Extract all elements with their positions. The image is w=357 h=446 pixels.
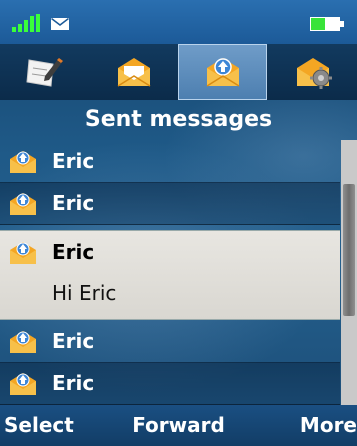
sent-message-icon [10, 242, 36, 264]
message-settings-icon [296, 58, 332, 89]
tab-sent[interactable] [178, 44, 267, 100]
softkey-bar: Forward Select More [0, 405, 357, 446]
contact-name: Eric [52, 329, 95, 353]
sent-message-icon [10, 151, 36, 173]
sent-messages-icon [206, 58, 239, 87]
sent-message-icon [10, 331, 36, 353]
list-item[interactable]: Eric [0, 140, 340, 183]
select-softkey[interactable]: Select [4, 405, 74, 446]
tab-inbox[interactable] [89, 44, 178, 100]
contact-name: Eric [52, 371, 95, 395]
signal-bars-icon [12, 14, 40, 32]
envelope-icon [51, 18, 69, 30]
more-softkey[interactable]: More [300, 405, 357, 446]
sent-message-icon [10, 193, 36, 215]
list-item-selected[interactable]: Eric Hi Eric [0, 230, 340, 320]
battery-icon [310, 17, 344, 31]
contact-name: Eric [52, 240, 95, 264]
phone-screen: Sent messages Eric Eric Eric Hi Eric Eri… [0, 0, 357, 446]
compose-message-icon [25, 58, 63, 87]
page-title: Sent messages [84, 107, 273, 132]
list-item[interactable]: Eric [0, 362, 340, 405]
tab-settings[interactable] [268, 44, 357, 100]
tab-compose[interactable] [0, 44, 89, 100]
scrollbar-thumb[interactable] [343, 184, 355, 316]
status-bar [0, 0, 357, 44]
list-item[interactable]: Eric [0, 320, 340, 363]
contact-name: Eric [52, 149, 95, 173]
contact-name: Eric [52, 191, 95, 215]
sent-message-icon [10, 373, 36, 395]
message-preview: Hi Eric [52, 281, 117, 305]
inbox-icon [117, 58, 150, 87]
message-list: Eric Eric Eric Hi Eric Eric Eric [0, 140, 340, 405]
list-item[interactable]: Eric [0, 182, 340, 225]
tab-bar [0, 44, 357, 100]
